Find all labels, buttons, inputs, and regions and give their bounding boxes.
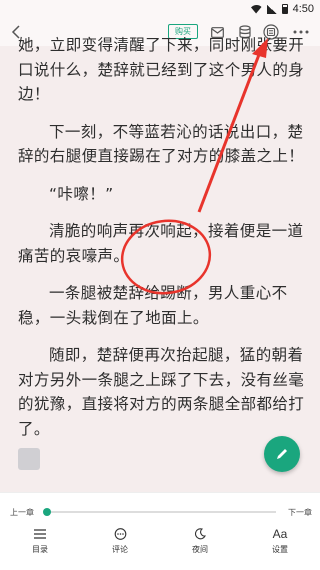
prev-chapter-button[interactable]: 上一章 — [10, 507, 34, 518]
paragraph: 一条腿被楚辞给踢断，男人重心不稳，一头栽倒在了地面上。 — [18, 284, 288, 327]
paragraph: 随即，楚辞便再次抬起腿，猛的朝着对方另外一条腿之上踩了下去，没有丝毫的犹豫，直接… — [18, 346, 305, 438]
nav-label: 设置 — [272, 545, 288, 554]
progress-slider[interactable] — [43, 508, 276, 516]
bottom-nav: 目录 评论 夜间 Aa 设置 — [0, 527, 320, 567]
comment-icon — [114, 527, 127, 541]
paragraph: “咔嚓！” — [49, 184, 114, 203]
battery-icon — [281, 4, 288, 14]
reader-screen: 4:50 购买 她，立即变得清醒了下来，同时刚张要开口说什么，楚辞就已经到了这个… — [0, 0, 320, 570]
status-time: 4:50 — [292, 3, 314, 15]
paragraph: 下一刻，不等蓝若沁的话说出口，楚辞的右腿便直接踢在了对方的膝盖之上！ — [18, 122, 305, 166]
nav-settings[interactable]: Aa 设置 — [240, 527, 320, 567]
paragraph: 她，立即变得清醒了下来，同时刚张要开口说什么，楚辞就已经到了这个男人的身边！ — [18, 36, 305, 103]
nav-label: 评论 — [112, 545, 128, 554]
floating-thumbnail[interactable] — [18, 448, 40, 470]
pencil-icon — [277, 449, 287, 459]
moon-icon — [194, 527, 206, 541]
chapter-progress: 上一章 下一章 — [0, 505, 320, 519]
write-comment-button[interactable] — [264, 436, 300, 472]
paragraph: 清脆的响声再次响起，接着便是一道痛苦的哀嚎声。 — [18, 222, 304, 265]
list-icon — [34, 527, 46, 541]
progress-thumb[interactable] — [43, 508, 51, 516]
next-chapter-button[interactable]: 下一章 — [288, 507, 312, 518]
nav-label: 目录 — [32, 545, 48, 554]
reader-controls: 上一章 下一章 目录 评论 夜间 Aa 设置 — [0, 492, 320, 570]
nav-catalog[interactable]: 目录 — [0, 527, 80, 567]
wifi-icon — [251, 5, 262, 14]
chapter-text: 她，立即变得清醒了下来，同时刚张要开口说什么，楚辞就已经到了这个男人的身边！ 下… — [18, 33, 308, 454]
nav-label: 夜间 — [192, 545, 208, 554]
status-bar: 4:50 — [0, 0, 320, 18]
signal-icon — [266, 4, 277, 14]
nav-comments[interactable]: 评论 — [80, 527, 160, 567]
nav-night-mode[interactable]: 夜间 — [160, 527, 240, 567]
font-settings-icon: Aa — [272, 527, 288, 541]
